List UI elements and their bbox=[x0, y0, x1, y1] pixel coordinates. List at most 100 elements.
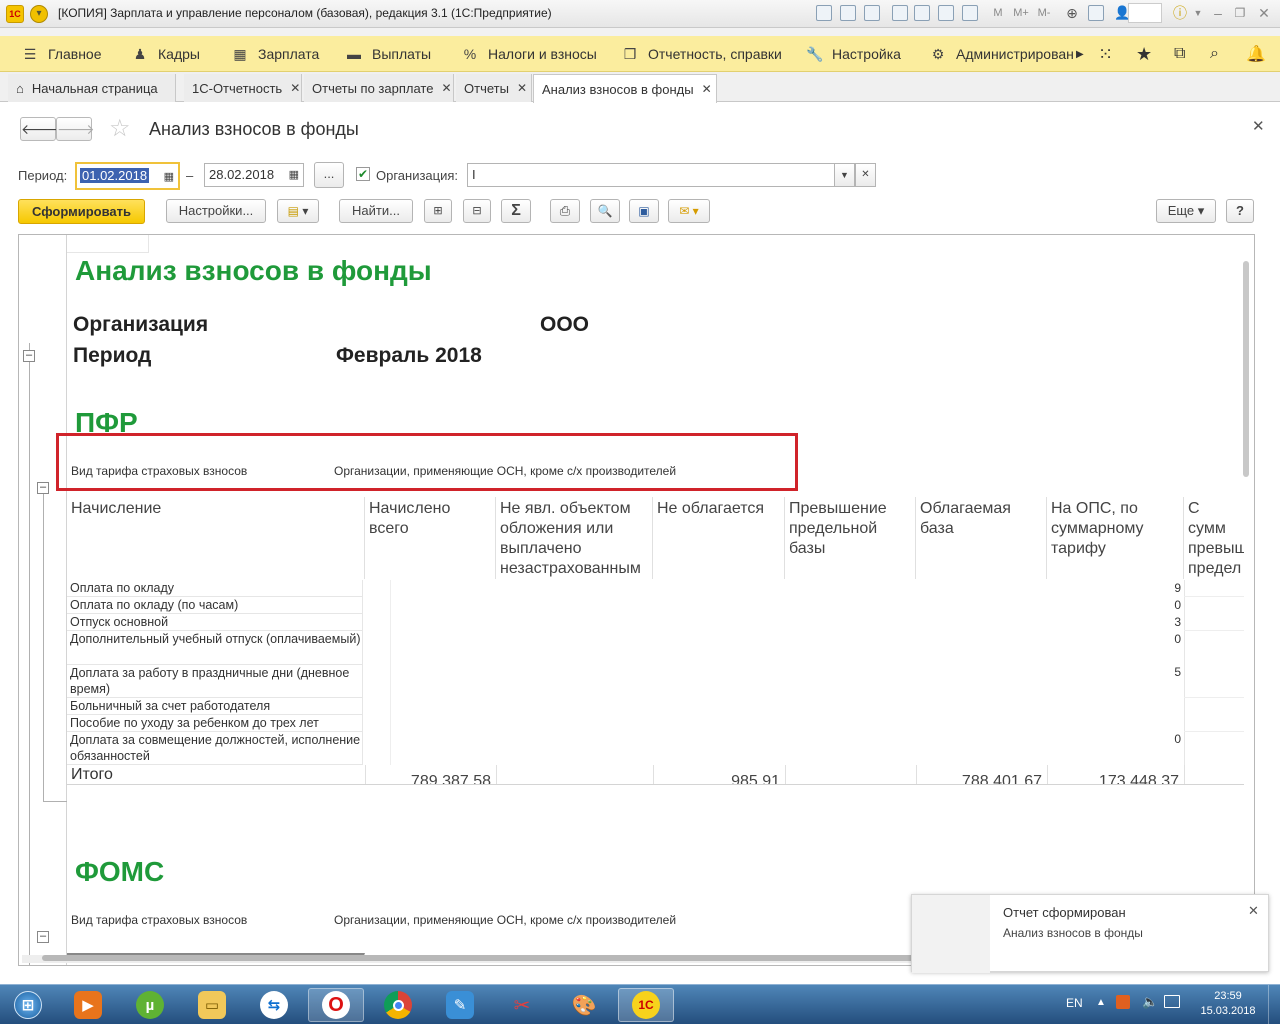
zoom-icon[interactable]: ⊕ bbox=[1064, 5, 1080, 21]
taskbar-draw[interactable]: ✎ bbox=[432, 988, 488, 1022]
tray-expand-icon[interactable]: ▲ bbox=[1096, 997, 1106, 1008]
taskbar-scissors[interactable]: ✂ bbox=[494, 988, 550, 1022]
calendar-icon[interactable]: ▦ bbox=[289, 164, 299, 186]
forward-button[interactable]: 🡒 bbox=[56, 117, 95, 141]
memory-button[interactable]: M bbox=[990, 5, 1006, 21]
calculator-icon[interactable] bbox=[938, 5, 954, 21]
close-form-icon[interactable]: ✕ bbox=[1252, 117, 1265, 135]
print-icon[interactable] bbox=[840, 5, 856, 21]
generate-button[interactable]: Сформировать bbox=[18, 199, 145, 224]
tab-reports[interactable]: Отчеты ✕ bbox=[456, 74, 532, 102]
clock[interactable]: 23:59 15.03.2018 bbox=[1198, 989, 1258, 1019]
network-icon[interactable] bbox=[1164, 995, 1180, 1008]
report-spreadsheet[interactable]: – – – Анализ взносов в фонды Организация… bbox=[18, 234, 1255, 966]
close-tab-icon[interactable]: ✕ bbox=[290, 81, 300, 95]
date-to-value: 28.02.2018 bbox=[209, 167, 275, 182]
info-dropdown-icon[interactable]: ▼ bbox=[1190, 5, 1206, 21]
apps-grid-icon[interactable]: ⁙ bbox=[1098, 36, 1113, 72]
vertical-scroll-thumb[interactable] bbox=[1243, 261, 1249, 477]
collapse-group-icon[interactable]: – bbox=[37, 931, 49, 943]
menu-item-payments[interactable]: ▬ Выплаты bbox=[346, 36, 431, 72]
taskbar-teamviewer[interactable]: ⇆ bbox=[246, 988, 302, 1022]
tab-contributions-analysis[interactable]: Анализ взносов в фонды ✕ bbox=[533, 74, 717, 103]
search-icon[interactable]: ⌕ bbox=[1210, 36, 1219, 72]
help-button[interactable]: ? bbox=[1226, 199, 1254, 223]
taskbar-chrome[interactable] bbox=[370, 988, 426, 1022]
minimize-button[interactable]: – bbox=[1210, 5, 1226, 21]
collapse-group-icon[interactable]: – bbox=[37, 482, 49, 494]
panels-icon[interactable] bbox=[1088, 5, 1104, 21]
maximize-button[interactable]: ❐ bbox=[1232, 5, 1248, 21]
print-preview-icon[interactable]: 🔍 bbox=[590, 199, 620, 223]
user-name-field[interactable] bbox=[1128, 3, 1162, 23]
tab-1c-reporting[interactable]: 1С-Отчетность ✕ bbox=[184, 74, 302, 102]
find-button[interactable]: Найти... bbox=[339, 199, 413, 223]
menu-item-main[interactable]: ☰ Главное bbox=[22, 36, 102, 72]
menu-item-taxes[interactable]: % Налоги и взносы bbox=[462, 36, 597, 72]
back-button[interactable]: 🡐 bbox=[20, 117, 59, 141]
organization-dropdown-icon[interactable]: ▼ bbox=[834, 163, 855, 187]
close-tab-icon[interactable]: ✕ bbox=[441, 81, 451, 95]
collapse-groups-icon[interactable]: ⊟ bbox=[463, 199, 491, 223]
vertical-scrollbar[interactable] bbox=[1243, 249, 1251, 949]
favorites-star-icon[interactable]: ★ bbox=[1136, 36, 1152, 72]
taskbar-1c[interactable]: 1С bbox=[618, 988, 674, 1022]
menu-item-admin[interactable]: ⚙ Администрирован bbox=[930, 36, 1074, 72]
period-select-button[interactable]: ... bbox=[314, 162, 344, 188]
start-button[interactable]: ⊞ bbox=[0, 988, 56, 1022]
preview-icon[interactable] bbox=[864, 5, 880, 21]
taskbar-opera[interactable]: O bbox=[308, 988, 364, 1022]
collapse-group-icon[interactable]: – bbox=[23, 350, 35, 362]
tray-app-icon[interactable] bbox=[1116, 995, 1130, 1009]
date-to-input[interactable]: 28.02.2018 ▦ bbox=[204, 163, 304, 187]
variants-dropdown-button[interactable]: ▤ ▾ bbox=[277, 199, 319, 223]
taskbar-explorer[interactable]: ▭ bbox=[184, 988, 240, 1022]
organization-checkbox[interactable]: ✔ bbox=[356, 167, 370, 181]
link-icon[interactable] bbox=[914, 5, 930, 21]
close-notification-icon[interactable]: ✕ bbox=[1248, 903, 1259, 919]
sum-button[interactable]: Σ bbox=[501, 199, 531, 223]
memory-plus-button[interactable]: M+ bbox=[1010, 5, 1032, 21]
menu-item-salary[interactable]: ▦ Зарплата bbox=[232, 36, 319, 72]
taskbar-utorrent[interactable]: µ bbox=[122, 988, 178, 1022]
date-from-input[interactable]: 01.02.2018 ▦ bbox=[75, 162, 180, 190]
save-icon[interactable]: ▣ bbox=[629, 199, 659, 223]
info-icon[interactable]: ⓘ bbox=[1172, 5, 1188, 21]
memory-minus-button[interactable]: M- bbox=[1034, 5, 1054, 21]
taskbar-media-player[interactable]: ▶ bbox=[60, 988, 116, 1022]
col-header-not-taxed: Не облагается bbox=[653, 497, 785, 579]
menu-item-hr[interactable]: ♟ Кадры bbox=[132, 36, 200, 72]
upload-icon[interactable] bbox=[892, 5, 908, 21]
teamviewer-icon: ⇆ bbox=[260, 991, 288, 1019]
save-icon[interactable] bbox=[816, 5, 832, 21]
print-icon[interactable]: ⎙ bbox=[550, 199, 580, 223]
menu-item-settings[interactable]: 🔧 Настройка bbox=[806, 36, 901, 72]
calendar-icon[interactable] bbox=[962, 5, 978, 21]
bell-icon[interactable]: 🔔 bbox=[1246, 36, 1266, 72]
close-window-button[interactable]: ✕ bbox=[1256, 5, 1272, 21]
language-indicator[interactable]: EN bbox=[1066, 996, 1083, 1010]
settings-button[interactable]: Настройки... bbox=[166, 199, 266, 223]
menu-item-reports[interactable]: ❒ Отчетность, справки bbox=[622, 36, 782, 72]
history-icon[interactable]: ⧉ bbox=[1174, 36, 1185, 72]
tab-home[interactable]: ⌂ Начальная страница bbox=[8, 74, 176, 102]
main-menu-button[interactable]: ▾ bbox=[30, 5, 48, 23]
wrench-icon: 🔧 bbox=[806, 46, 824, 62]
volume-icon[interactable]: 🔈 bbox=[1142, 994, 1158, 1010]
menu-more-arrow[interactable]: ▶ bbox=[1076, 36, 1084, 72]
send-email-dropdown-icon[interactable]: ✉ ▾ bbox=[668, 199, 710, 223]
close-tab-icon[interactable]: ✕ bbox=[702, 82, 712, 96]
notification-popup[interactable]: Отчет сформирован Анализ взносов в фонды… bbox=[911, 894, 1269, 973]
close-tab-icon[interactable]: ✕ bbox=[517, 81, 527, 95]
more-button[interactable]: Еще ▾ bbox=[1156, 199, 1216, 223]
horizontal-scroll-thumb[interactable] bbox=[42, 955, 932, 961]
favorite-star-icon[interactable]: ☆ bbox=[109, 114, 131, 143]
taskbar-paint[interactable]: 🎨 bbox=[556, 988, 612, 1022]
organization-clear-icon[interactable]: ✕ bbox=[855, 163, 876, 187]
expand-groups-icon[interactable]: ⊞ bbox=[424, 199, 452, 223]
tab-salary-reports[interactable]: Отчеты по зарплате ✕ bbox=[304, 74, 454, 102]
organization-input[interactable]: I bbox=[467, 163, 855, 187]
folder-icon: ▤ bbox=[287, 204, 299, 218]
calendar-icon[interactable]: ▦ bbox=[164, 166, 174, 188]
show-desktop-button[interactable] bbox=[1268, 985, 1280, 1025]
